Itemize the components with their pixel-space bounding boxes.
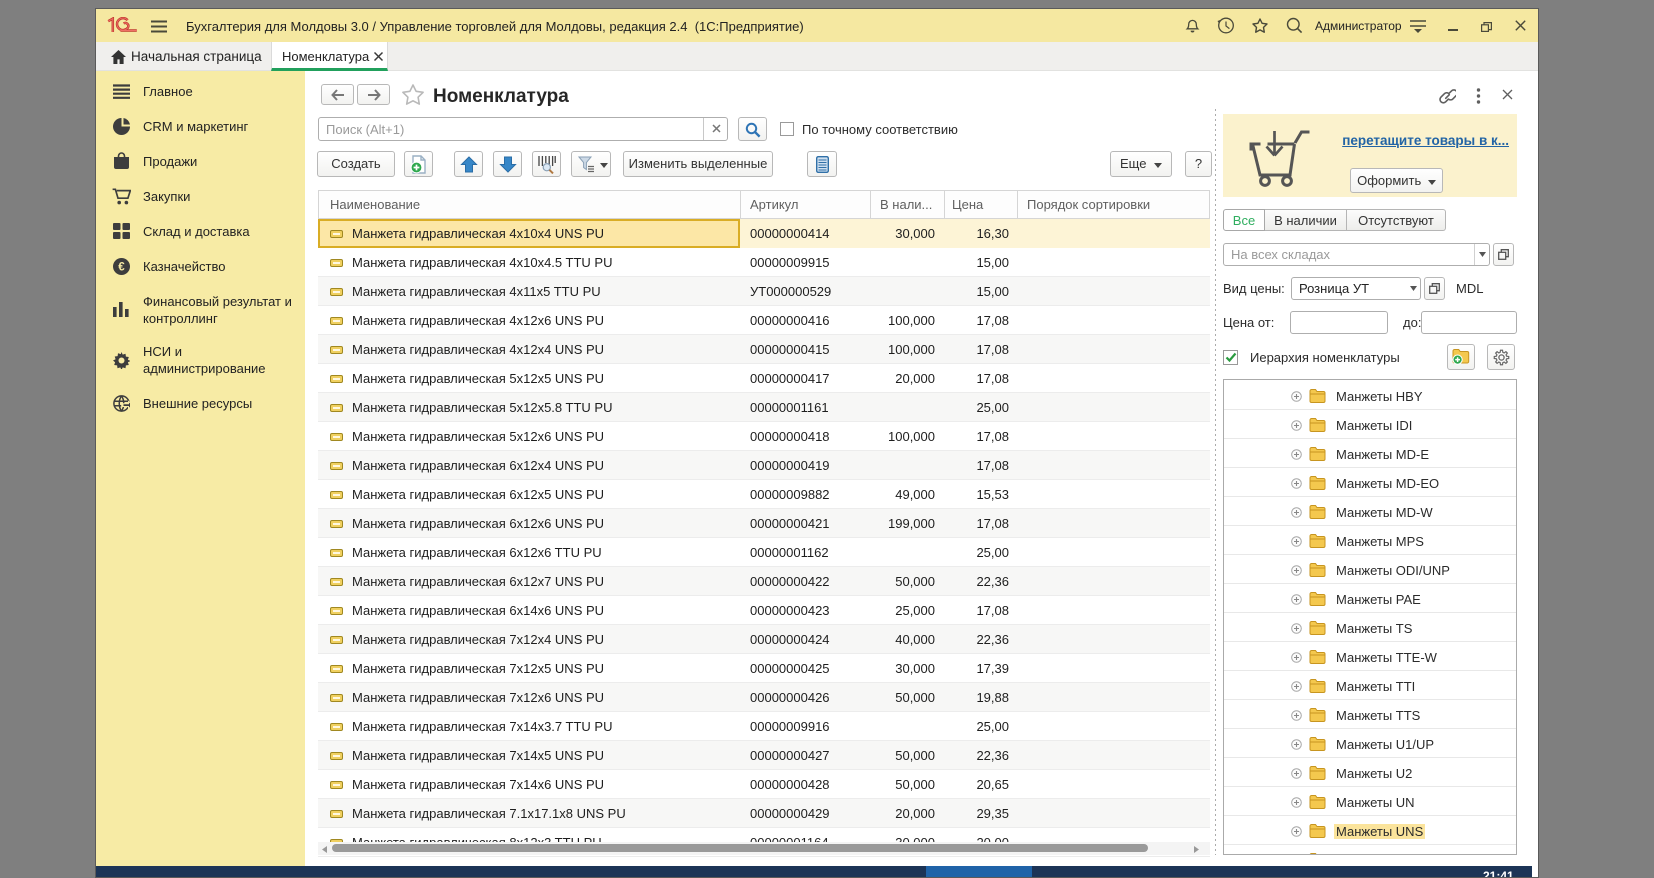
- svg-text:€: €: [118, 262, 125, 274]
